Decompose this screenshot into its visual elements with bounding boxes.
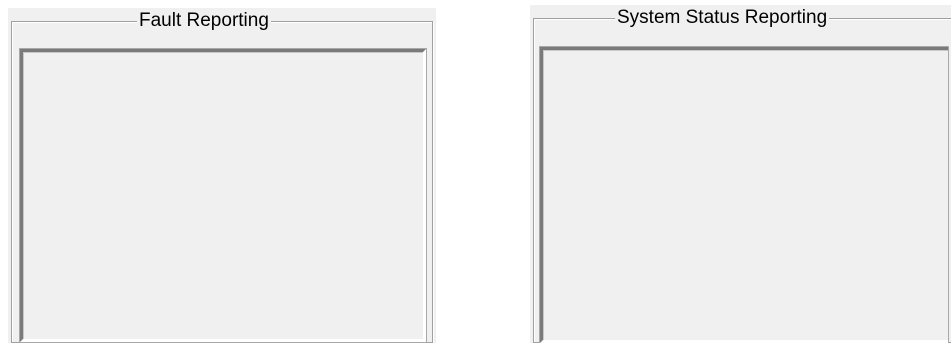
system-status-reporting-display[interactable] — [539, 46, 949, 343]
system-status-reporting-group: System Status Reporting — [530, 5, 951, 343]
system-status-reporting-title: System Status Reporting — [615, 5, 830, 31]
fault-reporting-title: Fault Reporting — [137, 8, 271, 34]
fault-reporting-group: Fault Reporting — [8, 8, 436, 343]
reporting-panels: Fault Reporting System Status Reporting — [0, 0, 951, 343]
fault-reporting-display[interactable] — [19, 48, 427, 343]
